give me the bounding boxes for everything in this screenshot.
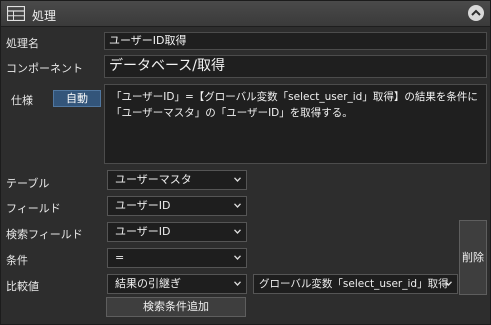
condition-select[interactable]: = [107, 248, 247, 268]
table-icon [6, 5, 26, 22]
table-label: テーブル [6, 177, 50, 190]
collapse-icon[interactable] [468, 5, 484, 21]
compare-select[interactable]: 結果の引継ぎ [107, 274, 247, 294]
chevron-down-icon [445, 281, 452, 286]
field-select-value: ユーザーID [115, 199, 171, 212]
delete-button[interactable]: 削除 [459, 220, 487, 295]
process-name-label: 処理名 [6, 37, 39, 50]
field-select[interactable]: ユーザーID [107, 196, 247, 216]
component-field[interactable]: データベース/取得 [104, 55, 487, 78]
search-field-select-value: ユーザーID [115, 225, 171, 238]
chevron-down-icon [234, 177, 241, 182]
component-label: コンポーネント [6, 62, 83, 75]
spec-label: 仕様 [11, 94, 33, 107]
compare-source-select[interactable]: グローバル変数「select_user_id」取得 [253, 274, 458, 294]
process-panel: 処理 処理名 ユーザーID取得 コンポーネント データベース/取得 仕様 自動 … [0, 0, 491, 325]
chevron-down-icon [234, 255, 241, 260]
auto-button[interactable]: 自動 [53, 90, 101, 107]
panel-title: 処理 [32, 9, 57, 23]
field-label: フィールド [6, 202, 61, 215]
condition-select-value: = [115, 251, 125, 264]
table-select[interactable]: ユーザーマスタ [107, 170, 247, 190]
compare-select-value: 結果の引継ぎ [115, 277, 181, 290]
add-search-condition-button[interactable]: 検索条件追加 [106, 297, 246, 317]
table-select-value: ユーザーマスタ [115, 173, 192, 186]
process-name-field[interactable]: ユーザーID取得 [104, 32, 487, 50]
chevron-down-icon [234, 281, 241, 286]
panel-header: 処理 [1, 1, 490, 27]
chevron-down-icon [234, 203, 241, 208]
chevron-down-icon [234, 229, 241, 234]
search-field-select[interactable]: ユーザーID [107, 222, 247, 242]
condition-label: 条件 [6, 254, 28, 267]
compare-source-select-value: グローバル変数「select_user_id」取得 [259, 278, 449, 290]
spec-textarea[interactable]: 「ユーザーID」=【グローバル変数「select_user_id」取得】の結果を… [104, 84, 487, 164]
search-field-label: 検索フィールド [6, 228, 83, 241]
compare-label: 比較値 [6, 280, 39, 293]
